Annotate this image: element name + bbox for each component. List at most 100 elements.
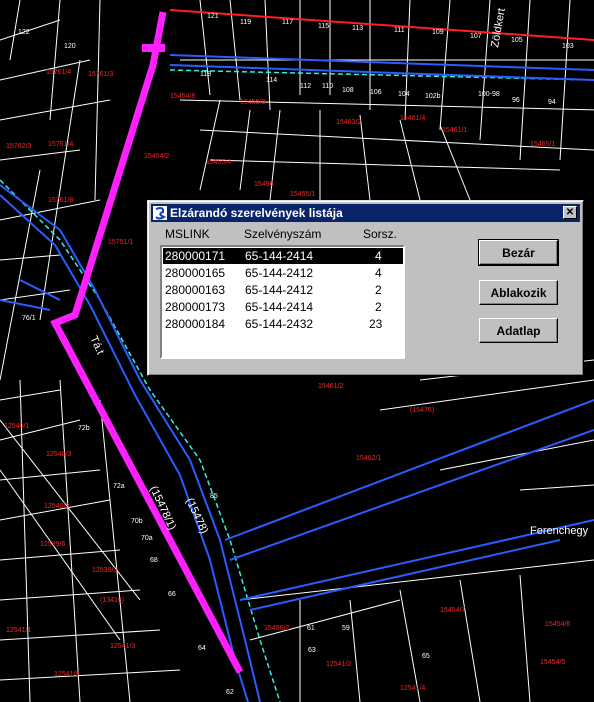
app-logo-icon <box>153 206 167 220</box>
parcel-label: 94 <box>548 99 556 106</box>
parcel-label: 12539/3 <box>92 567 117 574</box>
list-item[interactable]: 280000163 65-144-2412 2 <box>163 282 403 298</box>
parcel-label: 59 <box>342 625 350 632</box>
sequence-cell: 2 <box>375 300 382 314</box>
parcel-label: 85 <box>210 493 218 500</box>
parcel-label: 117 <box>282 19 293 26</box>
parcel-label: 121 <box>207 13 219 20</box>
parcel-label: 12541/9 <box>54 671 79 678</box>
close-icon[interactable]: ✕ <box>563 206 577 219</box>
parcel-label: 12541/4 <box>400 685 425 692</box>
list-item[interactable]: 280000184 65-144-2432 23 <box>163 316 403 332</box>
list-item[interactable]: 280000173 65-144-2414 2 <box>163 299 403 315</box>
parcel-label: (13419) <box>100 597 124 604</box>
parcel-label: (15476) <box>410 407 434 414</box>
parcel-label: 15454/5 <box>540 659 565 666</box>
column-header-section-number: Szelvényszám <box>244 227 322 241</box>
parcel-label: 15456 <box>254 181 274 188</box>
parcel-label: 12541/2 <box>326 661 351 668</box>
section-number-cell: 65-144-2412 <box>245 266 314 280</box>
section-number-cell: 65-144-2414 <box>245 300 314 314</box>
list-item[interactable]: 280000165 65-144-2412 4 <box>163 265 403 281</box>
street-label: Zöldkert <box>489 7 508 48</box>
list-item[interactable]: 280000171 65-144-2414 4 <box>163 248 403 264</box>
section-number-cell: 65-144-2432 <box>245 317 314 331</box>
parcel-label: 15454/6 <box>545 621 570 628</box>
sequence-cell: 4 <box>375 249 382 263</box>
parcel-label: 122 <box>18 29 30 36</box>
sequence-cell: 23 <box>369 317 383 331</box>
parcel-label: 70b <box>131 518 143 525</box>
parcel-label: 108 <box>342 87 354 94</box>
parcel-label: 63 <box>308 647 316 654</box>
parcel-label: 70a <box>141 535 153 542</box>
parcel-label: 118 <box>200 71 211 78</box>
parcel-label: 61 <box>307 625 315 632</box>
parcel-label: 111 <box>394 27 405 34</box>
column-header-sequence: Sorsz. <box>363 227 398 241</box>
section-number-cell: 65-144-2414 <box>245 249 314 263</box>
parcel-label: 15455/4 <box>206 159 231 166</box>
dialog-title: Elzárandó szerelvények listája <box>170 206 343 220</box>
parcel-label: 12540/1 <box>4 423 29 430</box>
close-button[interactable]: Bezár <box>478 239 559 266</box>
window-button[interactable]: Ablakozik <box>479 280 558 305</box>
section-number-cell: 65-144-2412 <box>245 283 314 297</box>
parcel-label: 102b <box>425 93 441 100</box>
parcel-label: 110 <box>322 83 333 90</box>
parcel-label: 65 <box>422 653 430 660</box>
parcel-label: 68 <box>150 557 158 564</box>
parcel-label: 12540/3 <box>46 451 71 458</box>
parcel-label: 15461/1 <box>442 127 467 134</box>
parcel-label: 72a <box>113 483 125 490</box>
parcel-label: 15761/8 <box>48 197 73 204</box>
dialog-titlebar[interactable]: Elzárandó szerelvények listája ✕ <box>151 204 580 222</box>
parcel-label: 103 <box>562 43 574 50</box>
parcel-label: 15456/2 <box>264 625 289 632</box>
parcel-label: 66 <box>168 591 176 598</box>
street-label: Ferenchegy <box>530 525 589 537</box>
parcel-label: 12541/1 <box>6 627 31 634</box>
street-label: Tá.t <box>87 334 106 356</box>
parcel-label: 104 <box>398 91 410 98</box>
mslink-cell: 280000184 <box>165 317 226 331</box>
datasheet-button[interactable]: Adatlap <box>479 318 558 343</box>
mslink-cell: 280000173 <box>165 300 226 314</box>
parcel-label: 76/1 <box>22 315 36 322</box>
parcel-label: 15465/1 <box>530 141 555 148</box>
parcel-label: 114 <box>266 77 277 84</box>
parcel-label: 15454/8 <box>170 93 195 100</box>
parcel-label: 15454/7 <box>440 607 465 614</box>
parcel-label: 15454/2 <box>144 153 169 160</box>
mslink-cell: 280000163 <box>165 283 226 297</box>
parcel-label: 96 <box>512 97 520 104</box>
parcel-label: 72b <box>78 425 90 432</box>
parcel-label: 15761/4 <box>46 69 71 76</box>
parcel-label: 15455/1 <box>290 191 315 198</box>
parcel-label: 12541/3 <box>110 643 135 650</box>
parcel-label: 109 <box>432 29 444 36</box>
parcel-label: 15461/4 <box>400 115 425 122</box>
parcel-label: 119 <box>240 19 251 26</box>
sequence-cell: 2 <box>375 283 382 297</box>
parcel-label: 64 <box>198 645 206 652</box>
parcel-label: 15751/1 <box>108 239 133 246</box>
fittings-list-dialog: Elzárandó szerelvények listája ✕ MSLINK … <box>147 200 584 376</box>
parcel-label: 112 <box>300 83 311 90</box>
parcel-label: 15761/4 <box>48 141 73 148</box>
parcel-label: 12540/2 <box>44 503 69 510</box>
fittings-listbox[interactable]: 280000171 65-144-2414 4 280000165 65-144… <box>160 245 405 359</box>
parcel-label: 113 <box>352 25 363 32</box>
parcel-label: 15762/3 <box>6 143 31 150</box>
parcel-label: 12539/6 <box>40 541 65 548</box>
parcel-label: 105 <box>511 37 523 44</box>
sequence-cell: 4 <box>375 266 382 280</box>
parcel-label: 62 <box>226 689 234 696</box>
parcel-label: 106 <box>370 89 382 96</box>
parcel-label: 100-98 <box>478 91 500 98</box>
parcel-label: 107 <box>470 33 482 40</box>
parcel-label: 15461/2 <box>318 383 343 390</box>
mslink-cell: 280000171 <box>165 249 226 263</box>
pipe-network <box>0 54 594 702</box>
parcel-label: 15761/3 <box>88 71 113 78</box>
